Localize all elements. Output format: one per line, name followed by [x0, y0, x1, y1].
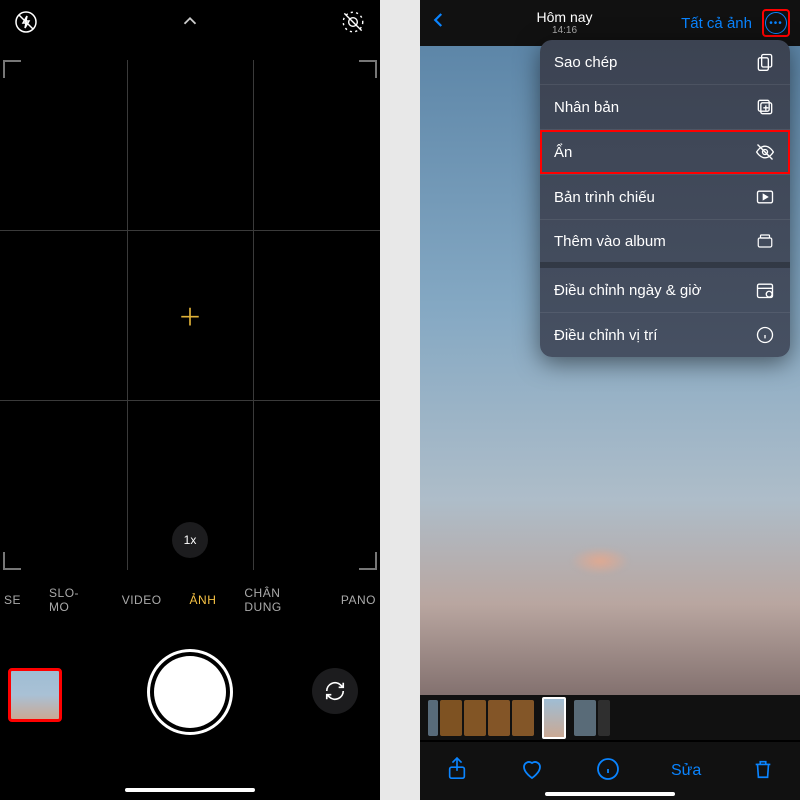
photos-screen: Hôm nay 14:16 Tất cả ảnh ••• Sao chép Nhâ… [420, 0, 800, 800]
info-icon [754, 325, 776, 345]
home-indicator[interactable] [125, 788, 255, 792]
grid-line [0, 400, 380, 401]
menu-item-label: Thêm vào album [554, 233, 666, 250]
duplicate-icon [754, 97, 776, 117]
camera-mode-ảnh[interactable]: ẢNH [190, 593, 217, 607]
viewfinder-corner [3, 552, 21, 570]
viewfinder-corner [3, 60, 21, 78]
menu-item-label: Điều chỉnh ngày & giờ [554, 282, 701, 299]
photo-content [570, 547, 630, 575]
last-photo-thumbnail[interactable] [8, 668, 62, 722]
title-subtitle: 14:16 [537, 25, 593, 36]
share-button[interactable] [446, 756, 468, 787]
title-text: Hôm nay [537, 9, 593, 25]
home-indicator[interactable] [545, 792, 675, 796]
thumb[interactable] [574, 700, 596, 736]
camera-mode-chân dung[interactable]: CHÂN DUNG [244, 586, 312, 614]
calendar-icon [754, 280, 776, 300]
camera-bottombar [0, 630, 380, 800]
thumb[interactable] [512, 700, 534, 736]
thumb[interactable] [428, 700, 438, 736]
info-button[interactable] [596, 757, 620, 786]
thumb[interactable] [464, 700, 486, 736]
flip-camera-button[interactable] [312, 668, 358, 714]
focus-reticle-icon: ＋ [178, 298, 202, 333]
flash-off-icon[interactable] [14, 10, 38, 34]
camera-mode-video[interactable]: VIDEO [122, 593, 162, 607]
menu-item-slideshow[interactable]: Bản trình chiếu [540, 175, 790, 220]
hidden-icon [754, 142, 776, 162]
back-button[interactable] [430, 9, 448, 38]
selected-thumb[interactable] [542, 697, 566, 739]
menu-item-label: Bản trình chiếu [554, 189, 655, 206]
grid-line [127, 60, 128, 570]
thumbnail-strip[interactable] [420, 695, 800, 740]
camera-mode-se[interactable]: SE [4, 593, 21, 607]
menu-item-copy[interactable]: Sao chép [540, 40, 790, 85]
menu-item-info[interactable]: Điều chỉnh vị trí [540, 313, 790, 357]
shutter-button[interactable] [154, 656, 226, 728]
header-title: Hôm nay 14:16 [537, 10, 593, 36]
thumb[interactable] [598, 700, 610, 736]
viewfinder-corner [359, 60, 377, 78]
grid-line [253, 60, 254, 570]
camera-screen: ＋ 1x SE SLO-MO VIDEO ẢNH CHÂN DUNG PANO [0, 0, 380, 800]
album-icon [754, 232, 776, 250]
slideshow-icon [754, 187, 776, 207]
menu-item-label: Điều chỉnh vị trí [554, 327, 657, 344]
context-menu: Sao chép Nhân bản Ẩn Bản trình chiếu Thêm và… [540, 40, 790, 357]
thumb[interactable] [440, 700, 462, 736]
menu-item-label: Ẩn [554, 144, 572, 161]
ellipsis-icon: ••• [765, 12, 787, 34]
more-options-button[interactable]: ••• [762, 9, 790, 37]
thumb[interactable] [488, 700, 510, 736]
camera-mode-slo-mo[interactable]: SLO-MO [49, 586, 94, 614]
live-photo-off-icon[interactable] [340, 9, 366, 35]
copy-icon [754, 52, 776, 72]
edit-button[interactable]: Sửa [671, 762, 701, 780]
grid-line [0, 230, 380, 231]
camera-mode-pano[interactable]: PANO [341, 593, 376, 607]
menu-item-calendar[interactable]: Điều chỉnh ngày & giờ [540, 268, 790, 313]
favorite-button[interactable] [519, 757, 545, 786]
all-photos-button[interactable]: Tất cả ảnh [681, 15, 752, 32]
trash-button[interactable] [752, 757, 774, 786]
viewfinder-corner [359, 552, 377, 570]
camera-viewfinder[interactable]: ＋ 1x [0, 60, 380, 570]
chevron-up-icon[interactable] [179, 10, 201, 37]
camera-mode-scroller[interactable]: SE SLO-MO VIDEO ẢNH CHÂN DUNG PANO [0, 585, 380, 615]
menu-item-duplicate[interactable]: Nhân bản [540, 85, 790, 130]
menu-item-label: Sao chép [554, 54, 617, 71]
menu-item-label: Nhân bản [554, 99, 619, 116]
menu-item-album[interactable]: Thêm vào album [540, 220, 790, 268]
camera-topbar [0, 0, 380, 44]
zoom-button[interactable]: 1x [172, 522, 208, 558]
menu-item-hidden[interactable]: Ẩn [540, 130, 790, 175]
